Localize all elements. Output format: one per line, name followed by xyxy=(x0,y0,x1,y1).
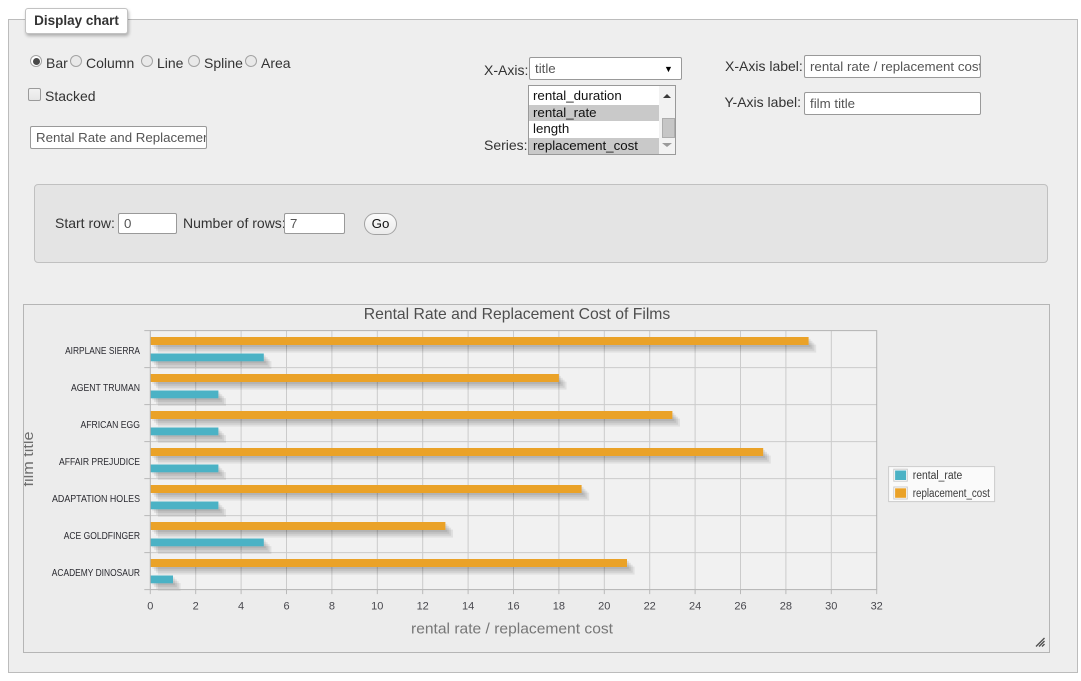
svg-text:AFFAIR PREJUDICE: AFFAIR PREJUDICE xyxy=(59,457,140,468)
svg-text:32: 32 xyxy=(871,601,883,613)
svg-text:10: 10 xyxy=(371,601,383,613)
svg-text:0: 0 xyxy=(147,601,153,613)
svg-text:12: 12 xyxy=(417,601,429,613)
svg-text:24: 24 xyxy=(689,601,701,613)
svg-text:replacement_cost: replacement_cost xyxy=(913,488,991,500)
svg-text:ADAPTATION HOLES: ADAPTATION HOLES xyxy=(52,494,140,505)
svg-text:28: 28 xyxy=(780,601,792,613)
svg-text:rental_rate: rental_rate xyxy=(913,470,962,482)
svg-text:22: 22 xyxy=(644,601,656,613)
svg-text:26: 26 xyxy=(734,601,746,613)
svg-text:8: 8 xyxy=(329,601,335,613)
svg-text:AGENT TRUMAN: AGENT TRUMAN xyxy=(71,383,140,394)
svg-text:6: 6 xyxy=(283,601,289,613)
svg-text:AFRICAN EGG: AFRICAN EGG xyxy=(81,420,141,431)
svg-text:AIRPLANE SIERRA: AIRPLANE SIERRA xyxy=(65,346,140,357)
svg-text:20: 20 xyxy=(598,601,610,613)
svg-text:18: 18 xyxy=(553,601,565,613)
svg-text:4: 4 xyxy=(238,601,244,613)
svg-text:16: 16 xyxy=(507,601,519,613)
svg-text:ACE GOLDFINGER: ACE GOLDFINGER xyxy=(64,531,140,542)
svg-text:rental rate / replacement cost: rental rate / replacement cost xyxy=(411,621,614,638)
svg-text:film title: film title xyxy=(24,432,37,487)
svg-text:14: 14 xyxy=(462,601,474,613)
svg-text:Rental Rate and Replacement Co: Rental Rate and Replacement Cost of Film… xyxy=(364,306,671,323)
svg-text:2: 2 xyxy=(193,601,199,613)
svg-text:30: 30 xyxy=(825,601,837,613)
svg-text:ACADEMY DINOSAUR: ACADEMY DINOSAUR xyxy=(52,568,140,579)
